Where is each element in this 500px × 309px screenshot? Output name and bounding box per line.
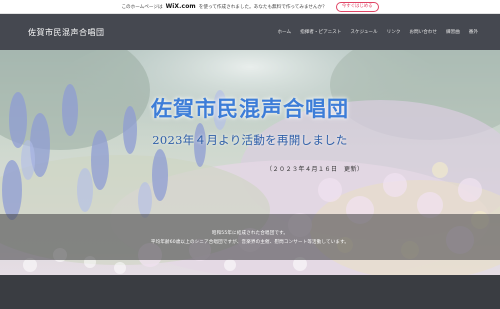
hero-subtitle: 2023年４月より活動を再開しました bbox=[152, 133, 348, 147]
nav-item-contact[interactable]: お問い合わせ bbox=[409, 29, 437, 35]
intro-band: 昭和55年に結成された合唱団です。 平均年齢60歳以上のシニア合唱団ですが、音楽… bbox=[0, 214, 500, 260]
nav-item-links[interactable]: リンク bbox=[387, 29, 401, 35]
wix-banner-text-before: このホームページは bbox=[121, 4, 163, 10]
wix-start-button[interactable]: 今すぐはじめる bbox=[335, 1, 379, 12]
nav-item-home[interactable]: ホーム bbox=[277, 29, 291, 35]
update-date: （２０２３年４月１６日 更新） bbox=[266, 166, 364, 173]
nav-item-extra[interactable]: 番外 bbox=[469, 29, 478, 35]
site-title[interactable]: 佐賀市民混声合唱団 bbox=[28, 27, 105, 38]
nav-item-conductor-pianist[interactable]: 指揮者・ピアニスト bbox=[300, 29, 341, 35]
page-footer-area bbox=[0, 275, 500, 309]
hero-title: 佐賀市民混声合唱団 bbox=[151, 97, 349, 121]
intro-line-1: 昭和55年に結成された合唱団です。 bbox=[211, 230, 289, 236]
wix-promo-banner: このホームページは WiX.com を使って作成されました。あなたも無料で作って… bbox=[0, 0, 500, 14]
nav-item-practice-songs[interactable]: 練習曲 bbox=[446, 29, 460, 35]
nav-item-schedule[interactable]: スケジュール bbox=[350, 29, 377, 35]
wix-banner-text-after: を使って作成されました。あなたも無料で作ってみませんか？ bbox=[198, 4, 327, 10]
intro-line-2: 平均年齢60歳以上のシニア合唱団ですが、音楽界の主催、慰問コンサート等活動してい… bbox=[150, 239, 350, 245]
wix-logo[interactable]: WiX.com bbox=[166, 3, 196, 10]
site-header: 佐賀市民混声合唱団 ホーム 指揮者・ピアニスト スケジュール リンク お問い合わ… bbox=[0, 14, 500, 50]
main-nav: ホーム 指揮者・ピアニスト スケジュール リンク お問い合わせ 練習曲 番外 bbox=[277, 29, 478, 35]
